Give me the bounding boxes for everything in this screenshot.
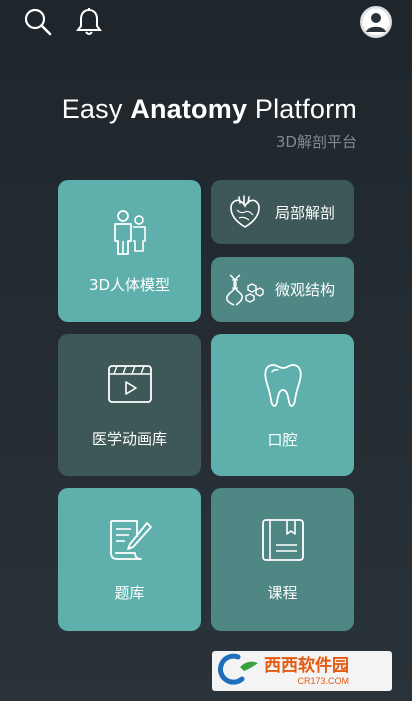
watermark-logo-icon — [218, 653, 260, 689]
tile-label: 微观结构 — [275, 281, 336, 299]
tile-label: 医学动画库 — [91, 429, 167, 448]
app-title-prefix: Easy — [61, 94, 131, 124]
tile-microstructure[interactable]: 微观结构 — [211, 257, 354, 322]
app-title-suffix: Platform — [247, 94, 357, 124]
tile-label: 课程 — [267, 584, 298, 602]
human-body-icon — [110, 208, 150, 256]
watermark-url: CR173.COM — [297, 676, 349, 686]
tooth-icon — [263, 361, 303, 411]
user-avatar-icon[interactable] — [360, 6, 392, 38]
site-watermark: 西西软件园 CR173.COM — [212, 651, 392, 691]
top-bar — [0, 0, 412, 48]
question-bank-icon — [107, 516, 153, 564]
tile-oral[interactable]: 口腔 — [211, 334, 354, 476]
tile-label: 3D人体模型 — [88, 275, 171, 294]
app-title-bold: Anatomy — [130, 94, 248, 124]
tile-3d-human-model[interactable]: 3D人体模型 — [58, 180, 201, 322]
tile-course[interactable]: 课程 — [211, 488, 354, 631]
search-icon[interactable] — [22, 6, 54, 38]
bell-icon[interactable] — [74, 6, 104, 38]
app-subtitle: 3D解剖平台 — [275, 133, 357, 151]
tile-medical-animation[interactable]: 医学动画库 — [58, 334, 201, 476]
tile-question-bank[interactable]: 题库 — [58, 488, 201, 631]
tile-label: 口腔 — [267, 430, 298, 449]
dna-icon — [225, 272, 265, 308]
tile-local-anatomy[interactable]: 局部解剖 — [211, 180, 354, 244]
app-title: Easy Anatomy Platform — [62, 94, 357, 125]
tile-label: 题库 — [114, 584, 145, 602]
tile-label: 局部解剖 — [275, 203, 336, 222]
watermark-brand: 西西软件园 — [264, 656, 349, 676]
heart-icon — [225, 194, 265, 230]
video-icon — [107, 362, 153, 406]
book-icon — [261, 516, 305, 564]
